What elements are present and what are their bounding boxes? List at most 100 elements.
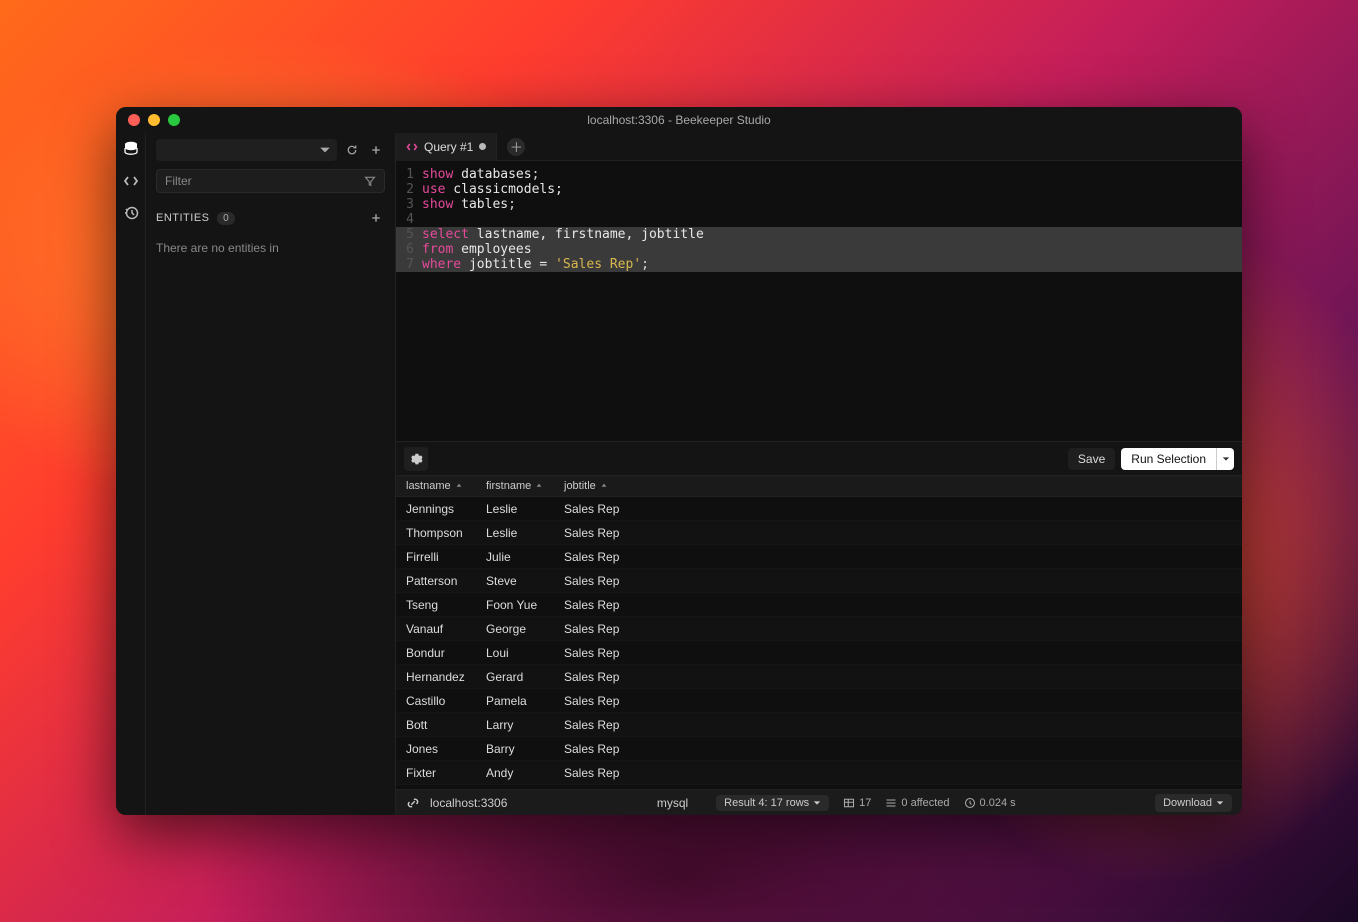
code-content: show databases; bbox=[422, 167, 1242, 182]
db-type-label: mysql bbox=[657, 796, 688, 810]
table-row[interactable]: FixterAndySales Rep bbox=[396, 761, 1242, 785]
code-content bbox=[422, 212, 1242, 227]
maximize-window-button[interactable] bbox=[168, 114, 180, 126]
clock-icon bbox=[964, 797, 976, 809]
action-buttons: Save Run Selection bbox=[1068, 448, 1234, 470]
table-row[interactable]: ThompsonLeslieSales Rep bbox=[396, 521, 1242, 545]
filter-placeholder: Filter bbox=[165, 174, 192, 188]
table-row[interactable]: JenningsLeslieSales Rep bbox=[396, 497, 1242, 521]
cell-jobtitle: Sales Rep bbox=[554, 502, 654, 516]
save-button[interactable]: Save bbox=[1068, 448, 1115, 470]
titlebar: localhost:3306 - Beekeeper Studio bbox=[116, 107, 1242, 133]
column-header-jobtitle[interactable]: jobtitle bbox=[554, 480, 654, 492]
status-left: localhost:3306 bbox=[406, 796, 517, 810]
new-tab-button[interactable]: ＋ bbox=[507, 138, 525, 156]
result-selector[interactable]: Result 4: 17 rows bbox=[716, 795, 829, 811]
code-content: from employees bbox=[422, 242, 1242, 257]
cell-jobtitle: Sales Rep bbox=[554, 766, 654, 780]
code-line[interactable]: 4 bbox=[396, 212, 1242, 227]
code-line[interactable]: 1show databases; bbox=[396, 167, 1242, 182]
code-content: select lastname, firstname, jobtitle bbox=[422, 227, 1242, 242]
row-count: 17 bbox=[843, 797, 871, 809]
code-content: use classicmodels; bbox=[422, 182, 1242, 197]
table-row[interactable]: VanaufGeorgeSales Rep bbox=[396, 617, 1242, 641]
cell-firstname: Pamela bbox=[476, 694, 554, 708]
table-row[interactable]: BottLarrySales Rep bbox=[396, 713, 1242, 737]
table-row[interactable]: HernandezGerardSales Rep bbox=[396, 665, 1242, 689]
code-icon[interactable] bbox=[123, 173, 139, 189]
cell-lastname: Bondur bbox=[396, 646, 476, 660]
run-dropdown-button[interactable] bbox=[1216, 448, 1234, 470]
table-row[interactable]: PattersonSteveSales Rep bbox=[396, 569, 1242, 593]
download-button[interactable]: Download bbox=[1155, 794, 1232, 812]
entities-count-badge: 0 bbox=[217, 212, 235, 225]
unsaved-indicator-icon bbox=[479, 143, 486, 150]
sql-editor[interactable]: 1show databases;2use classicmodels;3show… bbox=[396, 161, 1242, 441]
refresh-icon[interactable] bbox=[343, 141, 361, 159]
cell-lastname: Castillo bbox=[396, 694, 476, 708]
statusbar: localhost:3306 mysql Result 4: 17 rows 1… bbox=[396, 789, 1242, 815]
app-window: localhost:3306 - Beekeeper Studio bbox=[116, 107, 1242, 815]
code-content: show tables; bbox=[422, 197, 1242, 212]
table-row[interactable]: FirrelliJulieSales Rep bbox=[396, 545, 1242, 569]
column-header-lastname[interactable]: lastname bbox=[396, 480, 476, 492]
table-row[interactable]: CastilloPamelaSales Rep bbox=[396, 689, 1242, 713]
entities-header: ENTITIES 0 bbox=[156, 209, 385, 227]
history-icon[interactable] bbox=[123, 205, 139, 221]
cell-jobtitle: Sales Rep bbox=[554, 694, 654, 708]
link-icon bbox=[406, 796, 420, 810]
add-entity-icon[interactable] bbox=[367, 209, 385, 227]
filter-input[interactable]: Filter bbox=[156, 169, 385, 193]
cell-lastname: Vanauf bbox=[396, 622, 476, 636]
cell-lastname: Jones bbox=[396, 742, 476, 756]
run-selection-button[interactable]: Run Selection bbox=[1121, 448, 1216, 470]
add-icon[interactable] bbox=[367, 141, 385, 159]
cell-lastname: Thompson bbox=[396, 526, 476, 540]
tabs-bar: Query #1 ＋ bbox=[396, 133, 1242, 161]
close-window-button[interactable] bbox=[128, 114, 140, 126]
database-selector[interactable] bbox=[156, 139, 337, 161]
column-header-firstname[interactable]: firstname bbox=[476, 480, 554, 492]
cell-jobtitle: Sales Rep bbox=[554, 550, 654, 564]
sort-asc-icon bbox=[455, 482, 463, 490]
cell-jobtitle: Sales Rep bbox=[554, 670, 654, 684]
code-line[interactable]: 5select lastname, firstname, jobtitle bbox=[396, 227, 1242, 242]
table-row[interactable]: TsengFoon YueSales Rep bbox=[396, 593, 1242, 617]
code-line[interactable]: 3show tables; bbox=[396, 197, 1242, 212]
results-header: lastname firstname jobtitle bbox=[396, 475, 1242, 497]
entities-empty-text: There are no entities in bbox=[156, 241, 385, 255]
cell-lastname: Tseng bbox=[396, 598, 476, 612]
line-number: 6 bbox=[396, 242, 422, 257]
cell-firstname: Foon Yue bbox=[476, 598, 554, 612]
cell-firstname: Leslie bbox=[476, 526, 554, 540]
code-line[interactable]: 7where jobtitle = 'Sales Rep'; bbox=[396, 257, 1242, 272]
settings-button[interactable] bbox=[404, 447, 428, 471]
tab-label: Query #1 bbox=[424, 140, 473, 154]
body-area: Filter ENTITIES 0 There are no entities … bbox=[116, 133, 1242, 815]
table-row[interactable]: JonesBarrySales Rep bbox=[396, 737, 1242, 761]
cell-firstname: Andy bbox=[476, 766, 554, 780]
tab-query-1[interactable]: Query #1 bbox=[396, 133, 497, 161]
sidebar: Filter ENTITIES 0 There are no entities … bbox=[146, 133, 396, 815]
line-number: 2 bbox=[396, 182, 422, 197]
results-body[interactable]: JenningsLeslieSales RepThompsonLeslieSal… bbox=[396, 497, 1242, 789]
database-icon[interactable] bbox=[123, 141, 139, 157]
status-mid: mysql Result 4: 17 rows 17 0 affected bbox=[657, 795, 1016, 811]
line-number: 4 bbox=[396, 212, 422, 227]
cell-jobtitle: Sales Rep bbox=[554, 574, 654, 588]
gear-icon bbox=[409, 452, 423, 466]
cell-lastname: Firrelli bbox=[396, 550, 476, 564]
cell-lastname: Bott bbox=[396, 718, 476, 732]
minimize-window-button[interactable] bbox=[148, 114, 160, 126]
entities-label: ENTITIES bbox=[156, 212, 210, 224]
code-content: where jobtitle = 'Sales Rep'; bbox=[422, 257, 1242, 272]
table-row[interactable]: BondurLouiSales Rep bbox=[396, 641, 1242, 665]
code-line[interactable]: 2use classicmodels; bbox=[396, 182, 1242, 197]
table-icon bbox=[843, 797, 855, 809]
cell-firstname: Leslie bbox=[476, 502, 554, 516]
database-selector-row bbox=[156, 139, 385, 161]
affected-count: 0 affected bbox=[885, 797, 949, 809]
code-line[interactable]: 6from employees bbox=[396, 242, 1242, 257]
chevron-down-icon bbox=[813, 799, 821, 807]
cell-jobtitle: Sales Rep bbox=[554, 742, 654, 756]
